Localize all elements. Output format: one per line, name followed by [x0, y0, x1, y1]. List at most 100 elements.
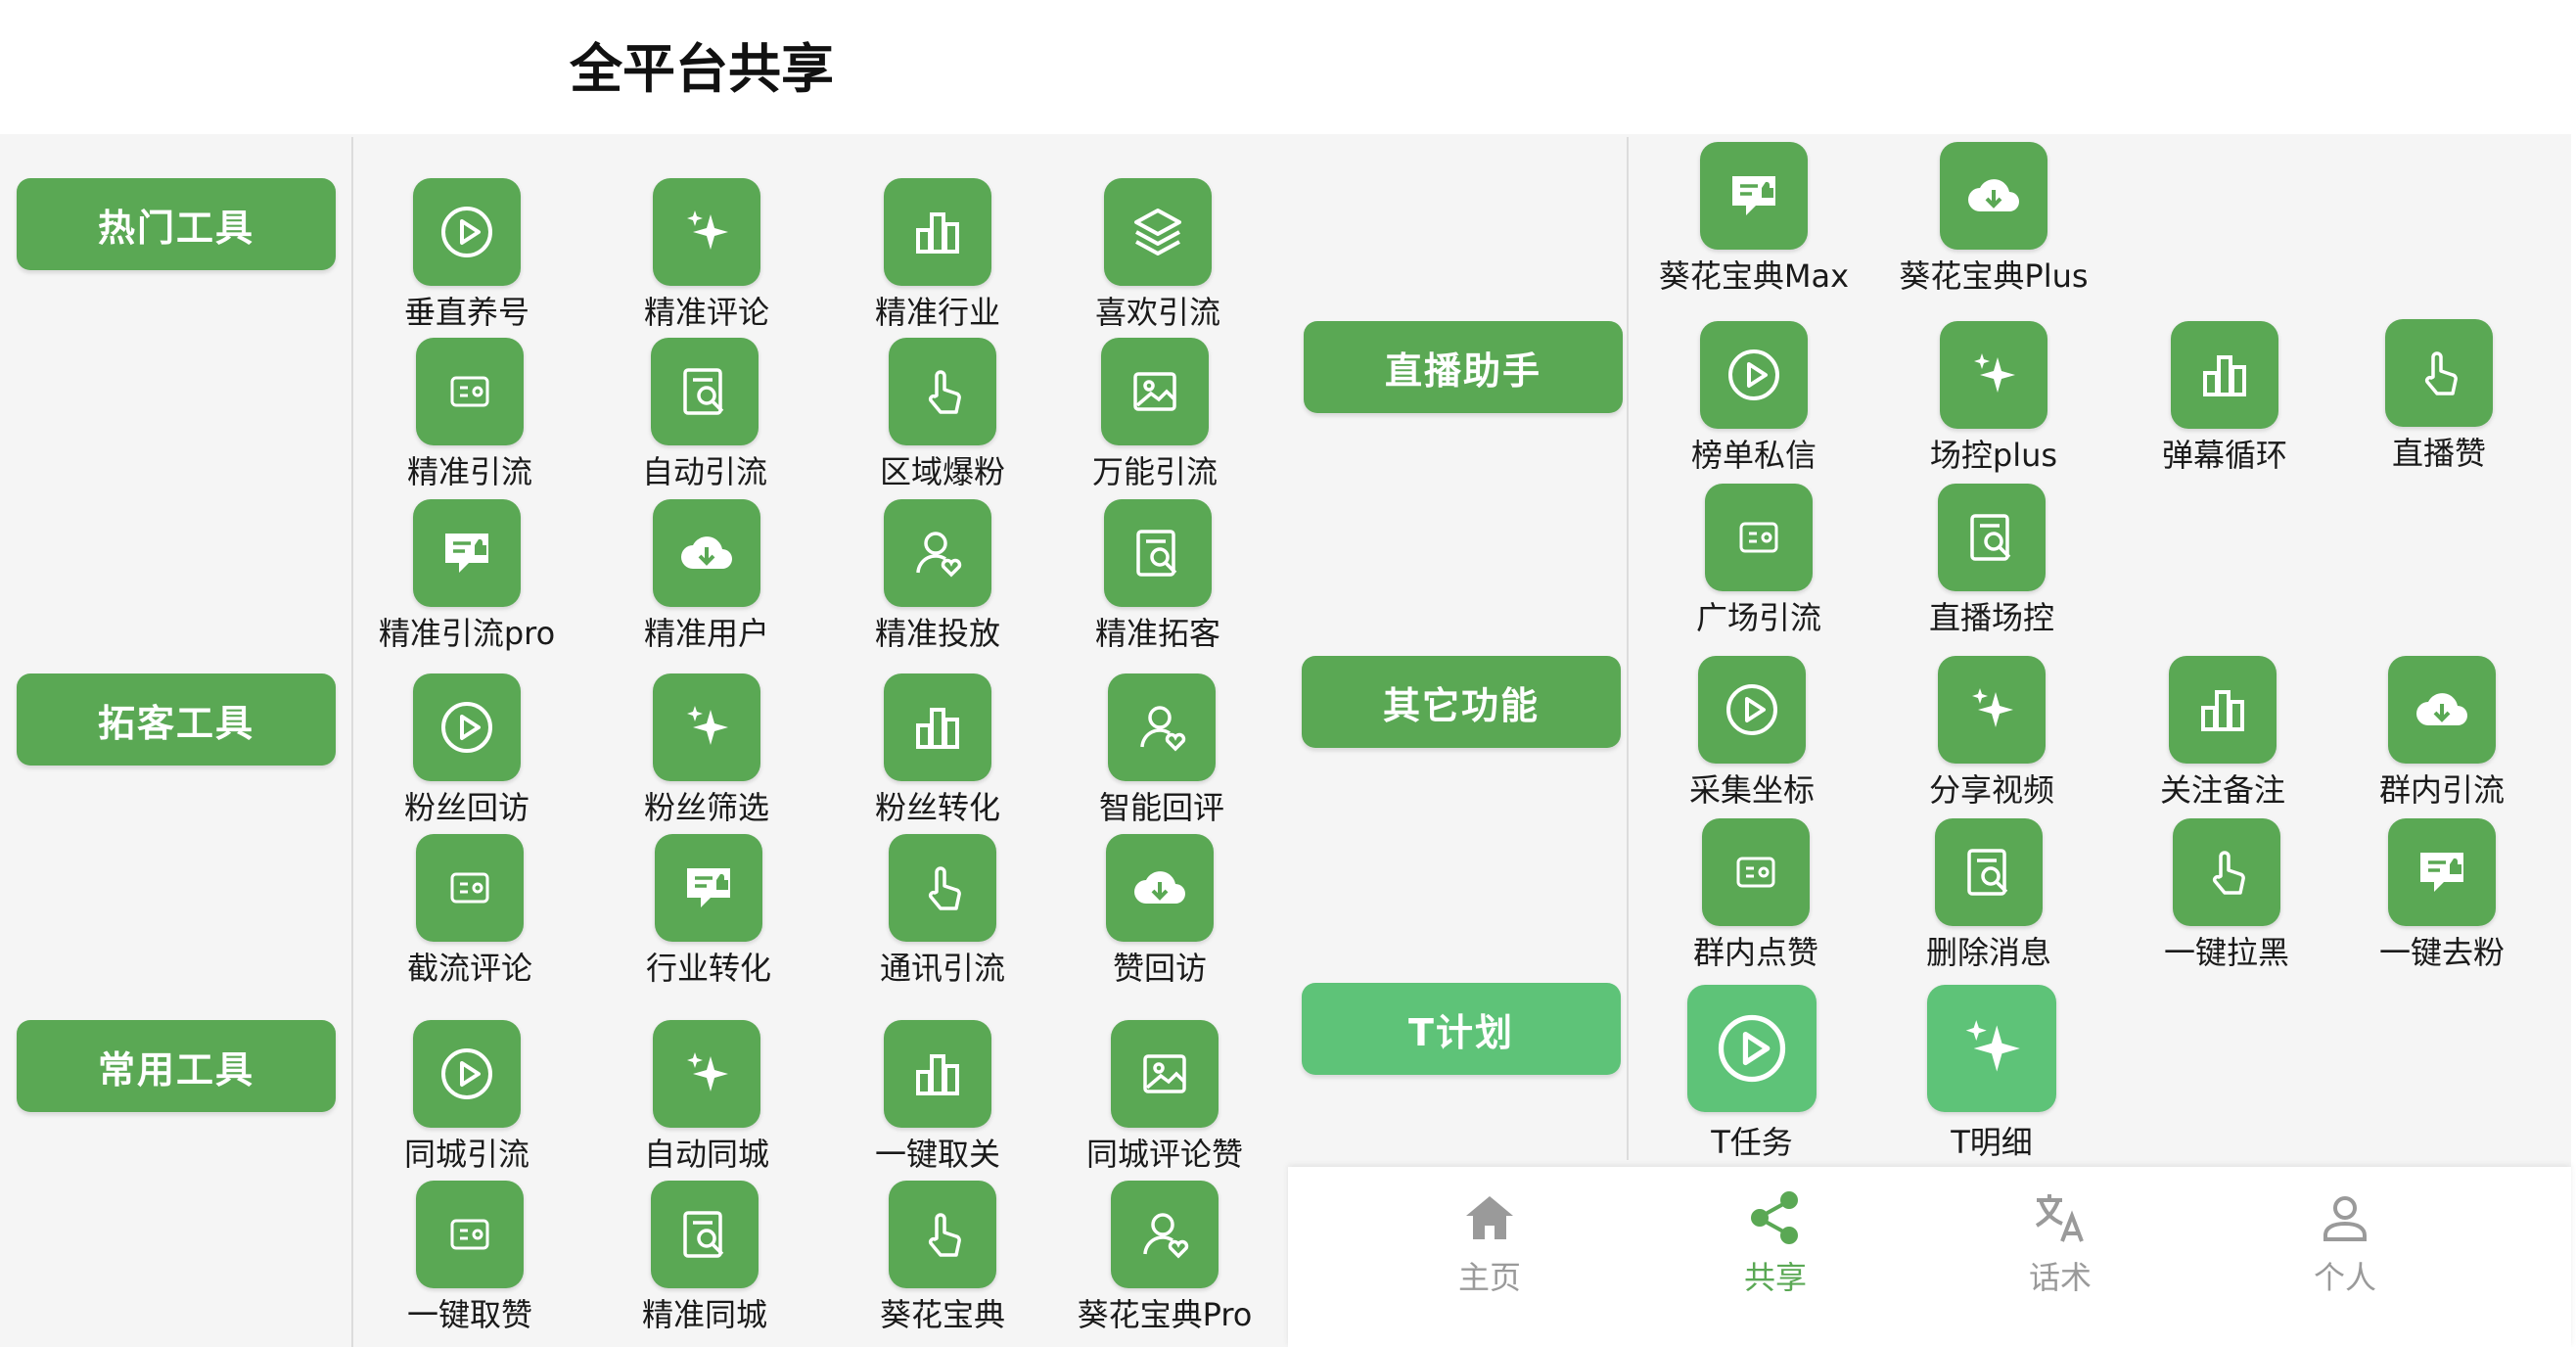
tool-item[interactable]: T明细: [1884, 985, 2099, 1161]
image-icon: [1101, 338, 1209, 445]
bar-chart-icon: [884, 674, 991, 781]
tool-item[interactable]: 弹幕循环: [2117, 321, 2332, 488]
tool-label: T明细: [1951, 1124, 2033, 1161]
tool-item[interactable]: 一键取关: [830, 1020, 1045, 1186]
tool-item[interactable]: 精准引流pro: [359, 499, 575, 666]
tool-label: 万能引流: [1091, 453, 1218, 490]
category-customer-tools[interactable]: 拓客工具: [17, 674, 336, 766]
tool-item[interactable]: 删除消息: [1881, 818, 2096, 985]
tool-item[interactable]: 一键去粉: [2334, 818, 2550, 985]
tool-item[interactable]: 葵花宝典Plus: [1886, 142, 2101, 308]
tool-item[interactable]: 分享视频: [1884, 656, 2099, 822]
tool-label: 一键去粉: [2378, 934, 2505, 971]
tool-item[interactable]: 赞回访: [1052, 834, 1267, 1000]
tool-item[interactable]: 直播赞: [2331, 319, 2547, 486]
tool-item[interactable]: 粉丝回访: [359, 674, 575, 840]
person-icon: [2323, 1196, 2367, 1241]
tool-item[interactable]: 广场引流: [1651, 484, 1866, 650]
tool-item[interactable]: 喜欢引流: [1050, 178, 1265, 345]
tool-item[interactable]: 通讯引流: [835, 834, 1050, 1000]
tool-item[interactable]: 采集坐标: [1644, 656, 1860, 822]
tool-item[interactable]: 同城评论赞: [1057, 1020, 1272, 1186]
user-heart-icon: [1111, 1181, 1219, 1288]
cloud-download-icon: [1940, 142, 2047, 250]
nav-share[interactable]: 共享: [1678, 1188, 1873, 1306]
tool-item[interactable]: 榜单私信: [1646, 321, 1862, 488]
tool-item[interactable]: T任务: [1644, 985, 1860, 1161]
tool-label: 葵花宝典Pro: [1077, 1296, 1253, 1333]
tool-item[interactable]: 葵花宝典Pro: [1057, 1181, 1272, 1347]
tool-label: 粉丝筛选: [643, 789, 769, 826]
tool-item[interactable]: 直播场控: [1884, 484, 2099, 650]
tool-item[interactable]: 自动引流: [597, 338, 812, 504]
nav-home[interactable]: 主页: [1392, 1188, 1587, 1306]
tool-item[interactable]: 精准引流: [362, 338, 577, 504]
tool-item[interactable]: 自动同城: [599, 1020, 814, 1186]
tool-item[interactable]: 一键拉黑: [2119, 818, 2334, 985]
like-message-icon: [1700, 142, 1808, 250]
tool-item[interactable]: 场控plus: [1886, 321, 2101, 488]
tool-label: 赞回访: [1112, 950, 1207, 987]
like-message-icon: [2388, 818, 2496, 926]
play-icon: [1698, 656, 1806, 764]
tool-item[interactable]: 关注备注: [2115, 656, 2330, 822]
tool-label: 精准评论: [643, 294, 769, 331]
nav-scripts[interactable]: 话术: [1962, 1188, 2158, 1306]
bottom-nav: 主页 共享 话术 个人: [1288, 1167, 2571, 1347]
tool-item[interactable]: 葵花宝典: [835, 1181, 1050, 1347]
user-heart-icon: [1108, 674, 1216, 781]
sparkle-icon: [653, 1020, 760, 1128]
tool-item[interactable]: 精准投放: [830, 499, 1045, 666]
sparkle-icon: [1927, 985, 2056, 1112]
tool-item[interactable]: 区域爆粉: [835, 338, 1050, 504]
tool-label: 智能回评: [1098, 789, 1224, 826]
nav-profile[interactable]: 个人: [2247, 1188, 2443, 1306]
bar-chart-icon: [2171, 321, 2278, 429]
tool-label: 精准引流: [406, 453, 532, 490]
bar-chart-icon: [884, 178, 991, 286]
tool-item[interactable]: 一键取赞: [362, 1181, 577, 1347]
tool-item[interactable]: 行业转化: [601, 834, 816, 1000]
nav-label: 主页: [1457, 1259, 1521, 1296]
tool-item[interactable]: 群内引流: [2334, 656, 2550, 822]
tool-label: 截流评论: [406, 950, 532, 987]
tool-label: 群内点赞: [1692, 934, 1818, 971]
tool-item[interactable]: 葵花宝典Max: [1646, 142, 1862, 308]
tool-item[interactable]: 精准行业: [830, 178, 1045, 345]
tool-label: 粉丝转化: [874, 789, 1000, 826]
tool-item[interactable]: 智能回评: [1054, 674, 1269, 840]
user-heart-icon: [884, 499, 991, 607]
category-hot-tools[interactable]: 热门工具: [17, 178, 336, 270]
tool-label: 葵花宝典Plus: [1899, 257, 2089, 295]
tool-item[interactable]: 精准评论: [599, 178, 814, 345]
tool-item[interactable]: 精准拓客: [1050, 499, 1265, 666]
tool-item[interactable]: 垂直养号: [359, 178, 575, 345]
card-icon: [416, 1181, 524, 1288]
tool-item[interactable]: 粉丝转化: [830, 674, 1045, 840]
tool-item[interactable]: 群内点赞: [1648, 818, 1863, 985]
tool-item[interactable]: 截流评论: [362, 834, 577, 1000]
tap-icon: [889, 834, 996, 942]
category-t-plan[interactable]: T计划: [1302, 983, 1621, 1075]
category-other-functions[interactable]: 其它功能: [1302, 656, 1621, 748]
tool-item[interactable]: 万能引流: [1047, 338, 1263, 504]
tool-item[interactable]: 精准用户: [599, 499, 814, 666]
category-common-tools[interactable]: 常用工具: [17, 1020, 336, 1112]
like-message-icon: [655, 834, 762, 942]
tool-label: 一键取赞: [406, 1296, 532, 1333]
tool-label: 自动引流: [641, 453, 767, 490]
cloud-download-icon: [653, 499, 760, 607]
cloud-download-icon: [2388, 656, 2496, 764]
tool-label: 通讯引流: [879, 950, 1005, 987]
tool-label: 葵花宝典Max: [1658, 257, 1850, 295]
play-icon: [1687, 985, 1817, 1112]
tap-icon: [889, 1181, 996, 1288]
layers-icon: [1104, 178, 1212, 286]
category-live-assistant[interactable]: 直播助手: [1304, 321, 1623, 413]
tool-item[interactable]: 精准同城: [597, 1181, 812, 1347]
tool-item[interactable]: 同城引流: [359, 1020, 575, 1186]
tool-label: 广场引流: [1695, 599, 1821, 636]
tool-item[interactable]: 粉丝筛选: [599, 674, 814, 840]
tool-label: 分享视频: [1928, 771, 2054, 809]
tool-label: 同城引流: [403, 1136, 529, 1173]
